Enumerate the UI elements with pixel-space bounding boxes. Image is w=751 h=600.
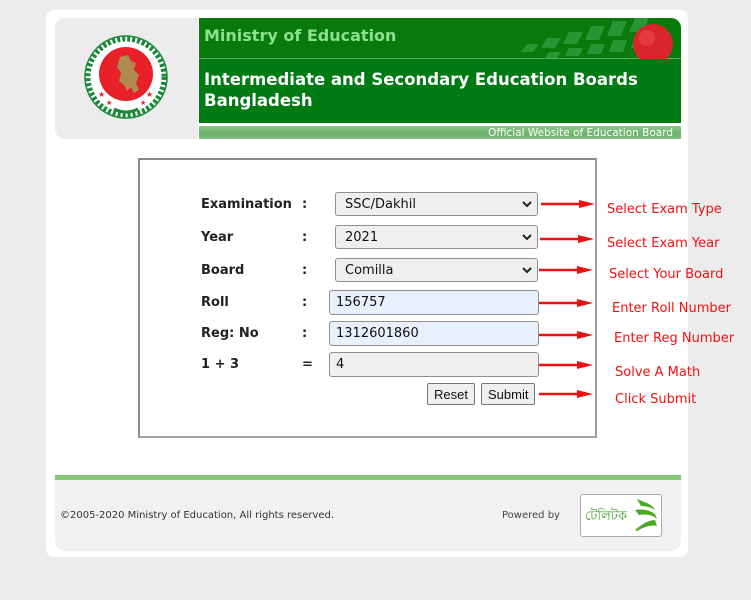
chevron-down-icon xyxy=(522,234,532,241)
separator: : xyxy=(302,230,308,245)
year-label: Year xyxy=(201,230,234,245)
ministry-title: Ministry of Education xyxy=(204,26,397,45)
site-header: ★ ★ ★ ★ Ministry of Education Intermedia… xyxy=(55,18,681,139)
separator: : xyxy=(302,326,308,341)
header-banner: Ministry of Education Intermediate and S… xyxy=(199,18,681,139)
form-actions: Reset Submit xyxy=(140,383,595,409)
banner-tagline-bar: Official Website of Education Board xyxy=(199,124,681,139)
svg-text:★: ★ xyxy=(146,90,153,99)
reg-no-row: Reg: No : 1312601860 xyxy=(140,321,595,347)
powered-by-label: Powered by xyxy=(502,510,560,521)
teletalk-logo-text: টেলিটক xyxy=(585,509,627,524)
submit-button[interactable]: Submit xyxy=(481,383,536,405)
site-title: Intermediate and Secondary Education Boa… xyxy=(204,69,674,111)
examination-value: SSC/Dakhil xyxy=(345,197,416,212)
reset-button[interactable]: Reset xyxy=(427,383,475,405)
teletalk-swoosh-icon xyxy=(635,499,657,531)
separator: : xyxy=(302,197,308,212)
separator: : xyxy=(302,263,308,278)
board-label: Board xyxy=(201,263,245,278)
annotation-arrow xyxy=(539,390,593,398)
reg-no-input[interactable]: 1312601860 xyxy=(329,321,539,346)
annotation-math: Solve A Math xyxy=(615,365,701,380)
svg-text:★: ★ xyxy=(98,90,105,99)
annotation-exam-year: Select Exam Year xyxy=(607,236,720,251)
banner-title-area: Intermediate and Secondary Education Boa… xyxy=(199,59,681,123)
annotation-arrow xyxy=(541,200,595,208)
annotation-arrow xyxy=(539,331,593,339)
board-value: Comilla xyxy=(345,263,394,278)
result-form: Examination : SSC/Dakhil Year : 2021 Boa… xyxy=(138,158,597,438)
roll-row: Roll : 156757 xyxy=(140,290,595,316)
year-row: Year : 2021 xyxy=(140,225,595,251)
captcha-question: 1 + 3 xyxy=(201,357,240,372)
examination-row: Examination : SSC/Dakhil xyxy=(140,192,595,218)
annotation-exam-type: Select Exam Type xyxy=(607,202,722,217)
page-container: ★ ★ ★ ★ Ministry of Education Intermedia… xyxy=(46,10,688,557)
annotation-arrow xyxy=(539,361,593,369)
annotation-roll: Enter Roll Number xyxy=(612,301,732,316)
annotation-arrow xyxy=(539,299,593,307)
separator: = xyxy=(302,357,313,372)
captcha-answer-input[interactable]: 4 xyxy=(329,352,539,377)
captcha-row: 1 + 3 = 4 xyxy=(140,352,595,378)
chevron-down-icon xyxy=(522,201,532,208)
teletalk-logo[interactable]: টেলিটক xyxy=(580,494,662,537)
logo-cell: ★ ★ ★ ★ xyxy=(55,18,198,139)
annotation-board: Select Your Board xyxy=(609,267,724,282)
annotation-reg: Enter Reg Number xyxy=(614,331,735,346)
svg-text:★: ★ xyxy=(140,99,146,107)
site-footer: ©2005-2020 Ministry of Education, All ri… xyxy=(55,480,681,551)
annotation-arrow xyxy=(540,235,594,243)
examination-select[interactable]: SSC/Dakhil xyxy=(335,192,538,216)
roll-input[interactable]: 156757 xyxy=(329,290,539,315)
chevron-down-icon xyxy=(522,267,532,274)
year-select[interactable]: 2021 xyxy=(335,225,538,249)
examination-label: Examination xyxy=(201,197,292,212)
board-select[interactable]: Comilla xyxy=(335,258,538,282)
svg-text:★: ★ xyxy=(106,99,112,107)
annotation-submit: Click Submit xyxy=(615,392,697,407)
bangladesh-emblem-icon: ★ ★ ★ ★ xyxy=(84,35,168,119)
banner-top: Ministry of Education xyxy=(199,18,681,64)
site-title-line2: Bangladesh xyxy=(204,91,313,110)
site-title-line1: Intermediate and Secondary Education Boa… xyxy=(204,70,638,89)
site-tagline: Official Website of Education Board xyxy=(488,127,673,139)
copyright-text: ©2005-2020 Ministry of Education, All ri… xyxy=(60,510,335,521)
annotation-arrow xyxy=(539,266,593,274)
year-value: 2021 xyxy=(345,230,379,245)
reg-no-label: Reg: No xyxy=(201,326,259,341)
roll-label: Roll xyxy=(201,295,229,310)
board-row: Board : Comilla xyxy=(140,258,595,284)
separator: : xyxy=(302,295,308,310)
